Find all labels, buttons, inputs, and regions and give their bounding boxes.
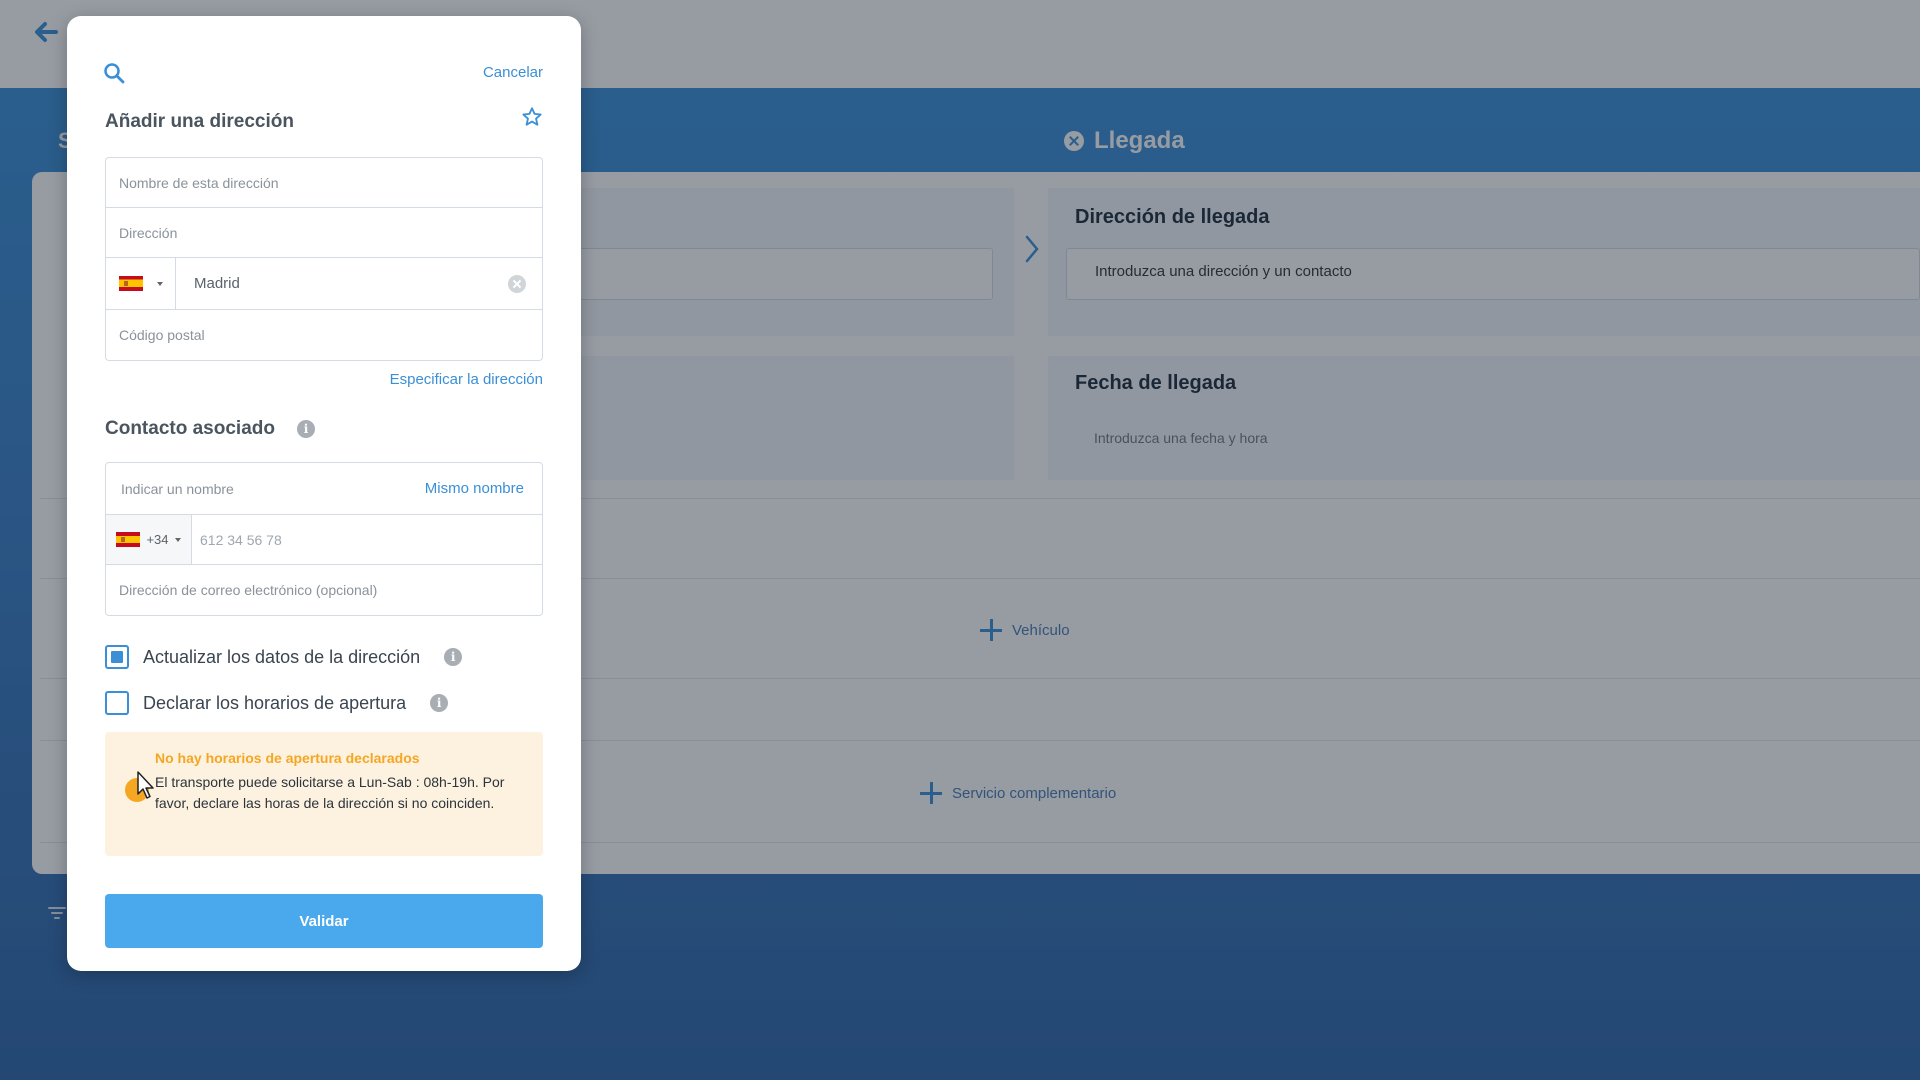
same-name-link[interactable]: Mismo nombre — [425, 480, 524, 497]
opening-hours-label: Declarar los horarios de apertura — [143, 692, 407, 713]
contact-section-title: Contacto asociado i — [105, 418, 315, 440]
phone-prefix: +34 — [146, 532, 169, 547]
chevron-down-icon — [174, 537, 181, 542]
update-address-label: Actualizar los datos de la dirección — [143, 646, 421, 667]
modal-title: Añadir una dirección — [105, 111, 294, 132]
chevron-down-icon — [156, 281, 163, 286]
clear-icon[interactable] — [508, 274, 526, 293]
warning-text: El transporte puede solicitarse a Lun-Sa… — [155, 774, 505, 811]
opening-hours-checkbox-row[interactable]: Declarar los horarios de apertura i — [105, 691, 449, 715]
contact-section-label: Contacto asociado — [105, 418, 275, 439]
email-placeholder: Dirección de correo electrónico (opciona… — [119, 582, 378, 598]
contact-field-group: Indicar un nombre Mismo nombre +34 612 3… — [105, 462, 543, 616]
spain-flag-icon — [118, 276, 143, 291]
phone-prefix-select[interactable]: +34 — [106, 515, 192, 564]
city-field[interactable]: Madrid — [106, 258, 542, 310]
opening-hours-checkbox[interactable] — [105, 691, 129, 715]
contact-name-field[interactable]: Indicar un nombre Mismo nombre — [106, 463, 542, 515]
add-address-modal: Cancelar Añadir una dirección Nombre de … — [67, 16, 581, 971]
star-icon[interactable] — [521, 106, 543, 128]
email-field[interactable]: Dirección de correo electrónico (opciona… — [106, 565, 542, 615]
address-placeholder: Dirección — [119, 224, 178, 241]
specify-address-link[interactable]: Especificar la dirección — [390, 371, 543, 388]
warning-title: No hay horarios de apertura declarados — [155, 750, 420, 766]
update-address-checkbox-row[interactable]: Actualizar los datos de la dirección i — [105, 645, 463, 669]
address-name-field[interactable]: Nombre de esta dirección — [106, 158, 542, 208]
phone-placeholder: 612 34 56 78 — [200, 531, 282, 548]
phone-field[interactable]: +34 612 34 56 78 — [106, 515, 542, 565]
search-icon[interactable] — [103, 62, 125, 84]
postal-code-placeholder: Código postal — [119, 327, 205, 343]
validate-button[interactable]: Validar — [105, 894, 543, 948]
country-select[interactable] — [106, 258, 176, 309]
mouse-cursor-icon — [137, 771, 154, 799]
address-name-placeholder: Nombre de esta dirección — [119, 174, 279, 191]
cancel-link[interactable]: Cancelar — [483, 64, 543, 81]
info-icon[interactable]: i — [430, 694, 449, 712]
postal-code-field[interactable]: Código postal — [106, 310, 542, 360]
address-field[interactable]: Dirección — [106, 208, 542, 258]
info-icon[interactable]: i — [296, 420, 315, 438]
update-address-checkbox[interactable] — [105, 645, 129, 669]
opening-hours-warning: No hay horarios de apertura declarados E… — [105, 732, 543, 856]
city-value: Madrid — [194, 275, 240, 292]
address-field-group: Nombre de esta dirección Dirección Madri… — [105, 157, 543, 361]
info-icon[interactable]: i — [444, 648, 463, 666]
spain-flag-icon — [116, 532, 141, 547]
contact-name-placeholder: Indicar un nombre — [121, 480, 234, 497]
